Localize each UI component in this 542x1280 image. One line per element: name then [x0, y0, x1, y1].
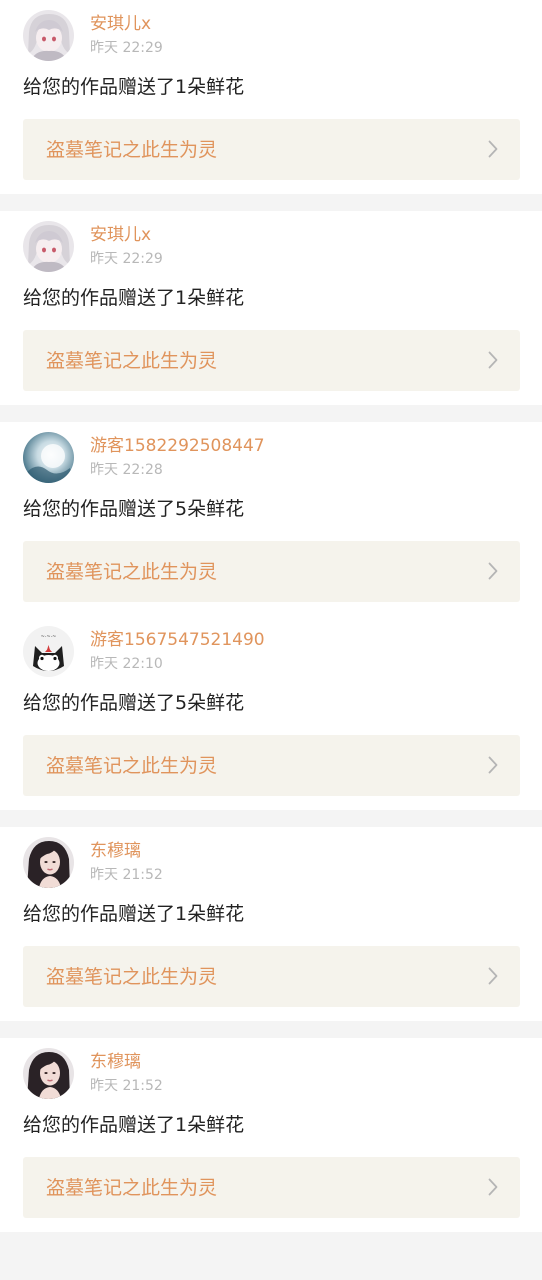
notification-header: ~·~·~ 游客1567547521490 昨天 22:10	[0, 624, 542, 680]
notification-card: 游客1582292508447 昨天 22:28 给您的作品赠送了5朵鲜花 盗墓笔记之…	[0, 422, 542, 616]
timestamp: 昨天 22:10	[90, 656, 163, 672]
notification-header: 东穆璃昨天 21:52	[0, 835, 542, 891]
avatar[interactable]	[23, 432, 74, 483]
chevron-right-icon	[488, 967, 498, 985]
work-title: 盗墓笔记之此生为灵	[46, 966, 218, 988]
work-link-card[interactable]: 盗墓笔记之此生为灵	[23, 541, 520, 602]
section-divider	[0, 194, 542, 211]
timestamp: 昨天 21:52	[90, 1078, 163, 1094]
notification-card: 东穆璃昨天 21:52 给您的作品赠送了1朵鲜花 盗墓笔记之此生为灵	[0, 827, 542, 1021]
username[interactable]: 安琪儿x	[90, 224, 151, 246]
avatar[interactable]	[23, 10, 74, 61]
gift-message: 给您的作品赠送了1朵鲜花	[23, 903, 245, 925]
username[interactable]: 东穆璃	[90, 1051, 141, 1073]
notification-header: 东穆璃昨天 21:52	[0, 1046, 542, 1102]
chevron-right-icon	[488, 140, 498, 158]
section-divider	[0, 1021, 542, 1038]
section-divider	[0, 405, 542, 422]
timestamp: 昨天 22:28	[90, 462, 163, 478]
username[interactable]: 游客1567547521490	[90, 629, 265, 651]
notification-header: 安琪儿x 昨天 22:29	[0, 219, 542, 275]
svg-text:~·~·~: ~·~·~	[41, 634, 57, 640]
username[interactable]: 安琪儿x	[90, 13, 151, 35]
notification-header: 游客1582292508447 昨天 22:28	[0, 430, 542, 486]
gift-message: 给您的作品赠送了5朵鲜花	[23, 498, 245, 520]
gift-message: 给您的作品赠送了5朵鲜花	[23, 692, 245, 714]
work-title: 盗墓笔记之此生为灵	[46, 755, 218, 777]
work-link-card[interactable]: 盗墓笔记之此生为灵	[23, 946, 520, 1007]
username[interactable]: 游客1582292508447	[90, 435, 265, 457]
avatar[interactable]	[23, 221, 74, 272]
chevron-right-icon	[488, 562, 498, 580]
work-link-card[interactable]: 盗墓笔记之此生为灵	[23, 1157, 520, 1218]
section-divider	[0, 810, 542, 827]
avatar[interactable]	[23, 837, 74, 888]
gift-message: 给您的作品赠送了1朵鲜花	[23, 287, 245, 309]
timestamp: 昨天 21:52	[90, 867, 163, 883]
work-link-card[interactable]: 盗墓笔记之此生为灵	[23, 330, 520, 391]
notification-card: ~·~·~ 游客1567547521490 昨天 22:10 给您的作品赠送了5朵鲜花…	[0, 616, 542, 810]
work-title: 盗墓笔记之此生为灵	[46, 350, 218, 372]
gift-message: 给您的作品赠送了1朵鲜花	[23, 76, 245, 98]
work-link-card[interactable]: 盗墓笔记之此生为灵	[23, 735, 520, 796]
notification-card: 安琪儿x 昨天 22:29 给您的作品赠送了1朵鲜花 盗墓笔记之此生为灵	[0, 211, 542, 405]
notification-card: 东穆璃昨天 21:52 给您的作品赠送了1朵鲜花 盗墓笔记之此生为灵	[0, 1038, 542, 1232]
gift-notification-feed: 安琪儿x 昨天 22:29 给您的作品赠送了1朵鲜花 盗墓笔记之此生为灵 安琪儿x 昨天 …	[0, 0, 542, 1232]
work-title: 盗墓笔记之此生为灵	[46, 561, 218, 583]
chevron-right-icon	[488, 756, 498, 774]
work-link-card[interactable]: 盗墓笔记之此生为灵	[23, 119, 520, 180]
avatar[interactable]	[23, 1048, 74, 1099]
timestamp: 昨天 22:29	[90, 40, 163, 56]
chevron-right-icon	[488, 1178, 498, 1196]
notification-card: 安琪儿x 昨天 22:29 给您的作品赠送了1朵鲜花 盗墓笔记之此生为灵	[0, 0, 542, 194]
work-title: 盗墓笔记之此生为灵	[46, 139, 218, 161]
notification-header: 安琪儿x 昨天 22:29	[0, 8, 542, 64]
username[interactable]: 东穆璃	[90, 840, 141, 862]
avatar[interactable]: ~·~·~	[23, 626, 74, 677]
work-title: 盗墓笔记之此生为灵	[46, 1177, 218, 1199]
gift-message: 给您的作品赠送了1朵鲜花	[23, 1114, 245, 1136]
chevron-right-icon	[488, 351, 498, 369]
timestamp: 昨天 22:29	[90, 251, 163, 267]
